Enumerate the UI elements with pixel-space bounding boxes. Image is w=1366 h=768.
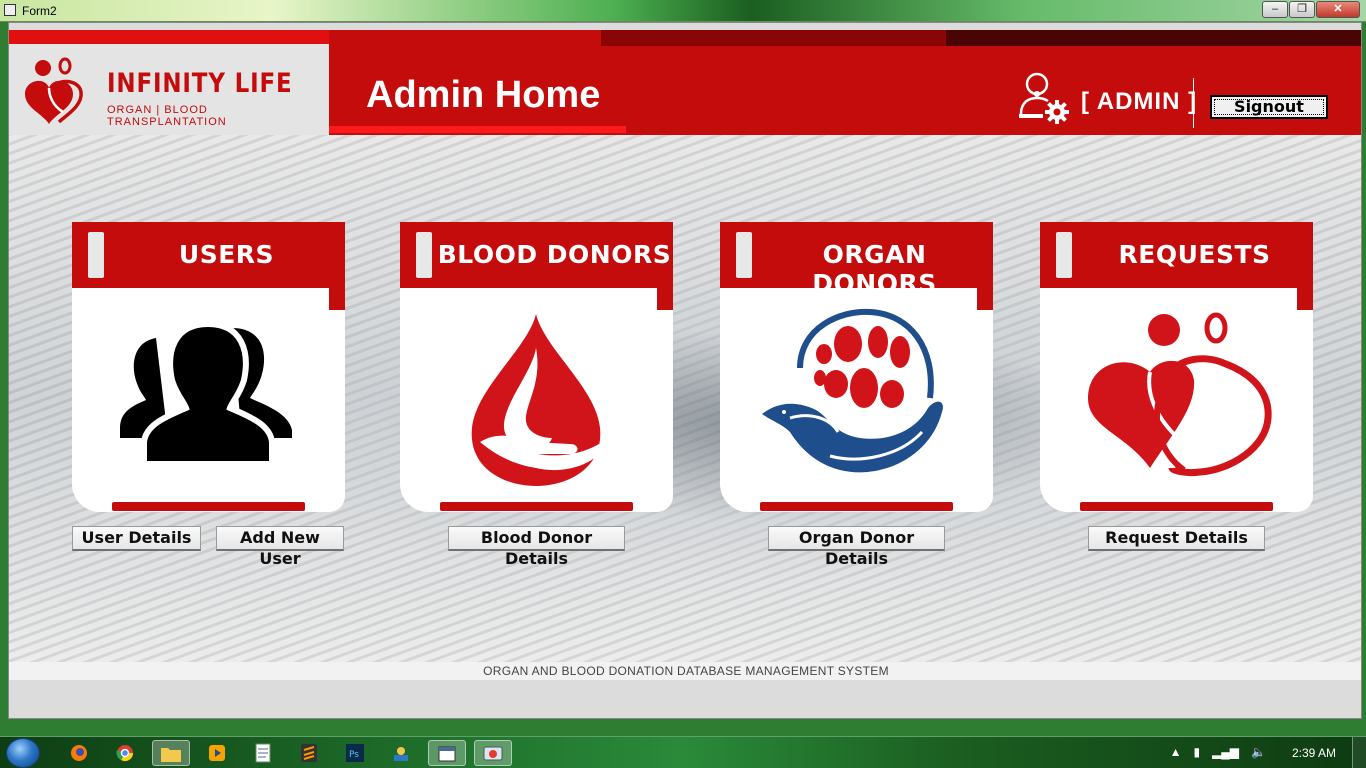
requests-card: REQUESTS [1040, 222, 1313, 512]
card-header-pill [1056, 232, 1072, 278]
admin-home-form: INFINITY LIFE ORGAN | BLOOD TRANSPLANTAT… [8, 22, 1362, 719]
battery-icon[interactable]: ▮ [1193, 745, 1200, 759]
photoshop-icon[interactable]: Ps [336, 740, 374, 766]
card-footer-bar [440, 502, 633, 511]
organ-dove-hand-icon[interactable] [760, 308, 953, 488]
form-app-icon[interactable] [428, 740, 466, 766]
card-tab [329, 288, 345, 310]
window-titlebar: Form2 – ❐ ✕ [0, 0, 1366, 22]
blood-donors-card: BLOOD DONORS [400, 222, 673, 512]
header-darker-strip [946, 30, 1361, 46]
requests-card-title: REQUESTS [1118, 240, 1271, 269]
taskbar: Ps ▲ ▮ ▂▄▆ 🔈 2:39 AM [0, 736, 1366, 768]
system-tray: ▲ ▮ ▂▄▆ 🔈 [1170, 745, 1266, 759]
maximize-button[interactable]: ❐ [1289, 1, 1315, 18]
brand-tagline: ORGAN | BLOOD TRANSPLANTATION [107, 104, 227, 128]
user-details-button[interactable]: User Details [72, 526, 201, 551]
app-icon[interactable] [382, 740, 420, 766]
add-new-user-button[interactable]: Add New User [216, 526, 344, 568]
close-button[interactable]: ✕ [1316, 1, 1360, 18]
role-label: [ ADMIN ] [1081, 88, 1198, 115]
card-body-corner [977, 310, 993, 512]
header-divider [1193, 78, 1194, 128]
header-accent-strip [9, 30, 329, 44]
chrome-icon[interactable] [106, 740, 144, 766]
blood-drop-hand-icon[interactable] [440, 308, 633, 488]
show-desktop-button[interactable] [1352, 737, 1366, 768]
organ-donors-card-header: ORGAN DONORS [720, 222, 993, 298]
blood-donors-card-header: BLOOD DONORS [400, 222, 673, 288]
infinity-life-logo-icon [25, 57, 83, 124]
users-icon[interactable] [112, 308, 305, 488]
hearts-icon[interactable] [1080, 308, 1273, 488]
media-player-icon[interactable] [198, 740, 236, 766]
notepad-icon[interactable] [244, 740, 282, 766]
card-body-corner [1297, 310, 1313, 512]
minimize-button[interactable]: – [1262, 1, 1288, 18]
users-card: USERS [72, 222, 345, 512]
card-body-corner [657, 310, 673, 512]
card-tab [977, 288, 993, 310]
admin-settings-icon [1019, 72, 1069, 124]
network-icon[interactable]: ▂▄▆ [1212, 745, 1239, 759]
header-bar: Admin Home [ ADMIN ] Signout [329, 30, 1361, 135]
card-tab [1297, 288, 1313, 310]
firefox-icon[interactable] [60, 740, 98, 766]
volume-icon[interactable]: 🔈 [1251, 745, 1266, 759]
window-controls: – ❐ ✕ [1262, 1, 1360, 18]
start-button[interactable] [6, 738, 40, 768]
card-body-corner [329, 310, 345, 512]
blood-donors-card-title: BLOOD DONORS [437, 240, 672, 269]
users-card-title: USERS [178, 240, 275, 269]
page-title: Admin Home [366, 74, 601, 116]
taskbar-clock[interactable]: 2:39 AM [1292, 746, 1336, 760]
header-dark-strip [601, 30, 946, 46]
card-footer-bar [112, 502, 305, 511]
control-panel-icon[interactable] [474, 740, 512, 766]
svg-text:Ps: Ps [349, 750, 359, 760]
card-tab [657, 288, 673, 310]
users-card-header: USERS [72, 222, 345, 288]
card-header-pill [88, 232, 104, 278]
brand-panel: INFINITY LIFE ORGAN | BLOOD TRANSPLANTAT… [9, 44, 329, 135]
request-details-button[interactable]: Request Details [1088, 526, 1265, 551]
footer-text: ORGAN AND BLOOD DONATION DATABASE MANAGE… [483, 664, 889, 678]
folder-icon[interactable] [152, 740, 190, 766]
window-app-icon [4, 4, 16, 16]
card-footer-bar [760, 502, 953, 511]
card-header-pill [736, 232, 752, 278]
window-title: Form2 [22, 4, 57, 18]
brand-name: INFINITY LIFE [107, 68, 293, 99]
requests-card-header: REQUESTS [1040, 222, 1313, 288]
organ-donors-card: ORGAN DONORS [720, 222, 993, 512]
page-title-underline [329, 126, 626, 133]
blood-donor-details-button[interactable]: Blood Donor Details [448, 526, 625, 568]
sublime-icon[interactable] [290, 740, 328, 766]
organ-donor-details-button[interactable]: Organ Donor Details [768, 526, 945, 568]
show-hidden-icons-icon[interactable]: ▲ [1170, 745, 1182, 759]
signout-button[interactable]: Signout [1210, 95, 1328, 119]
card-footer-bar [1080, 502, 1273, 511]
card-header-pill [416, 232, 432, 278]
